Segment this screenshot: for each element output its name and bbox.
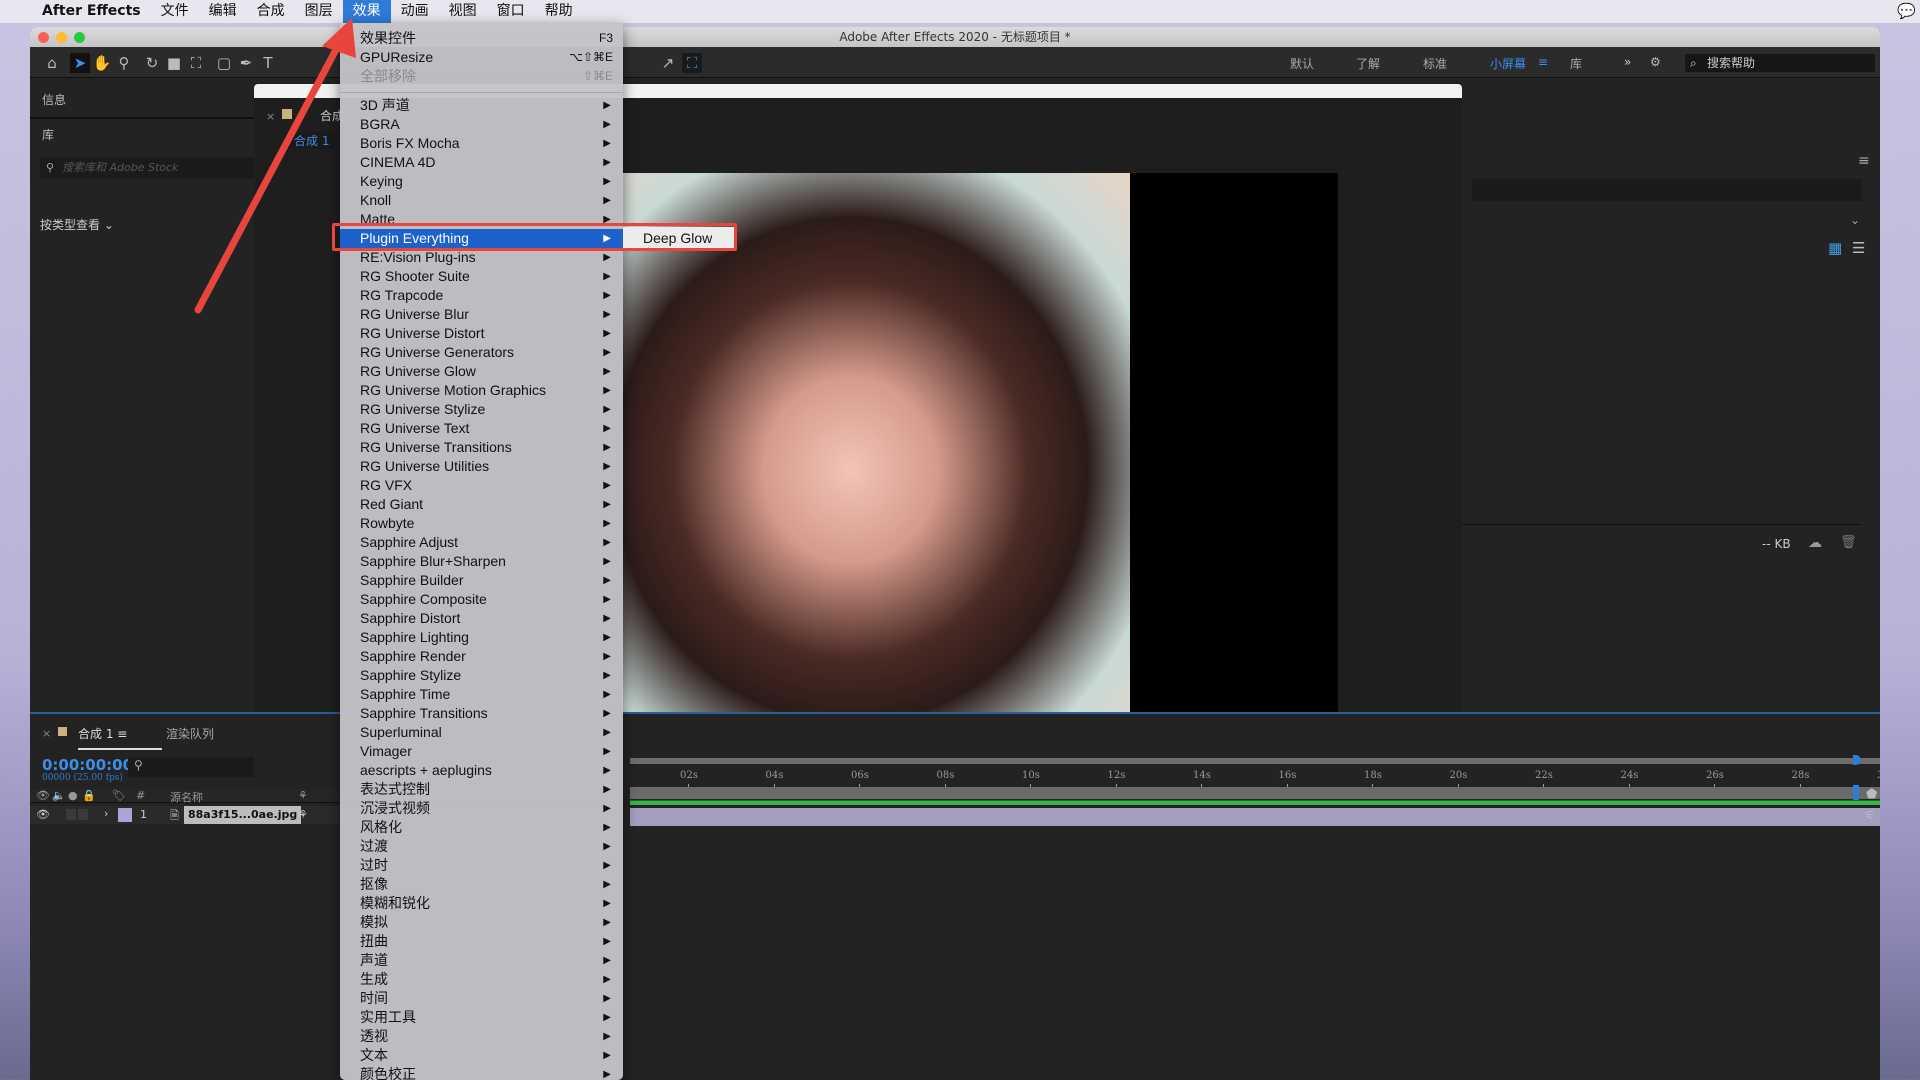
arrow-head [322,18,356,58]
arrow-shaft [194,38,344,314]
annotation-arrow [194,18,356,314]
